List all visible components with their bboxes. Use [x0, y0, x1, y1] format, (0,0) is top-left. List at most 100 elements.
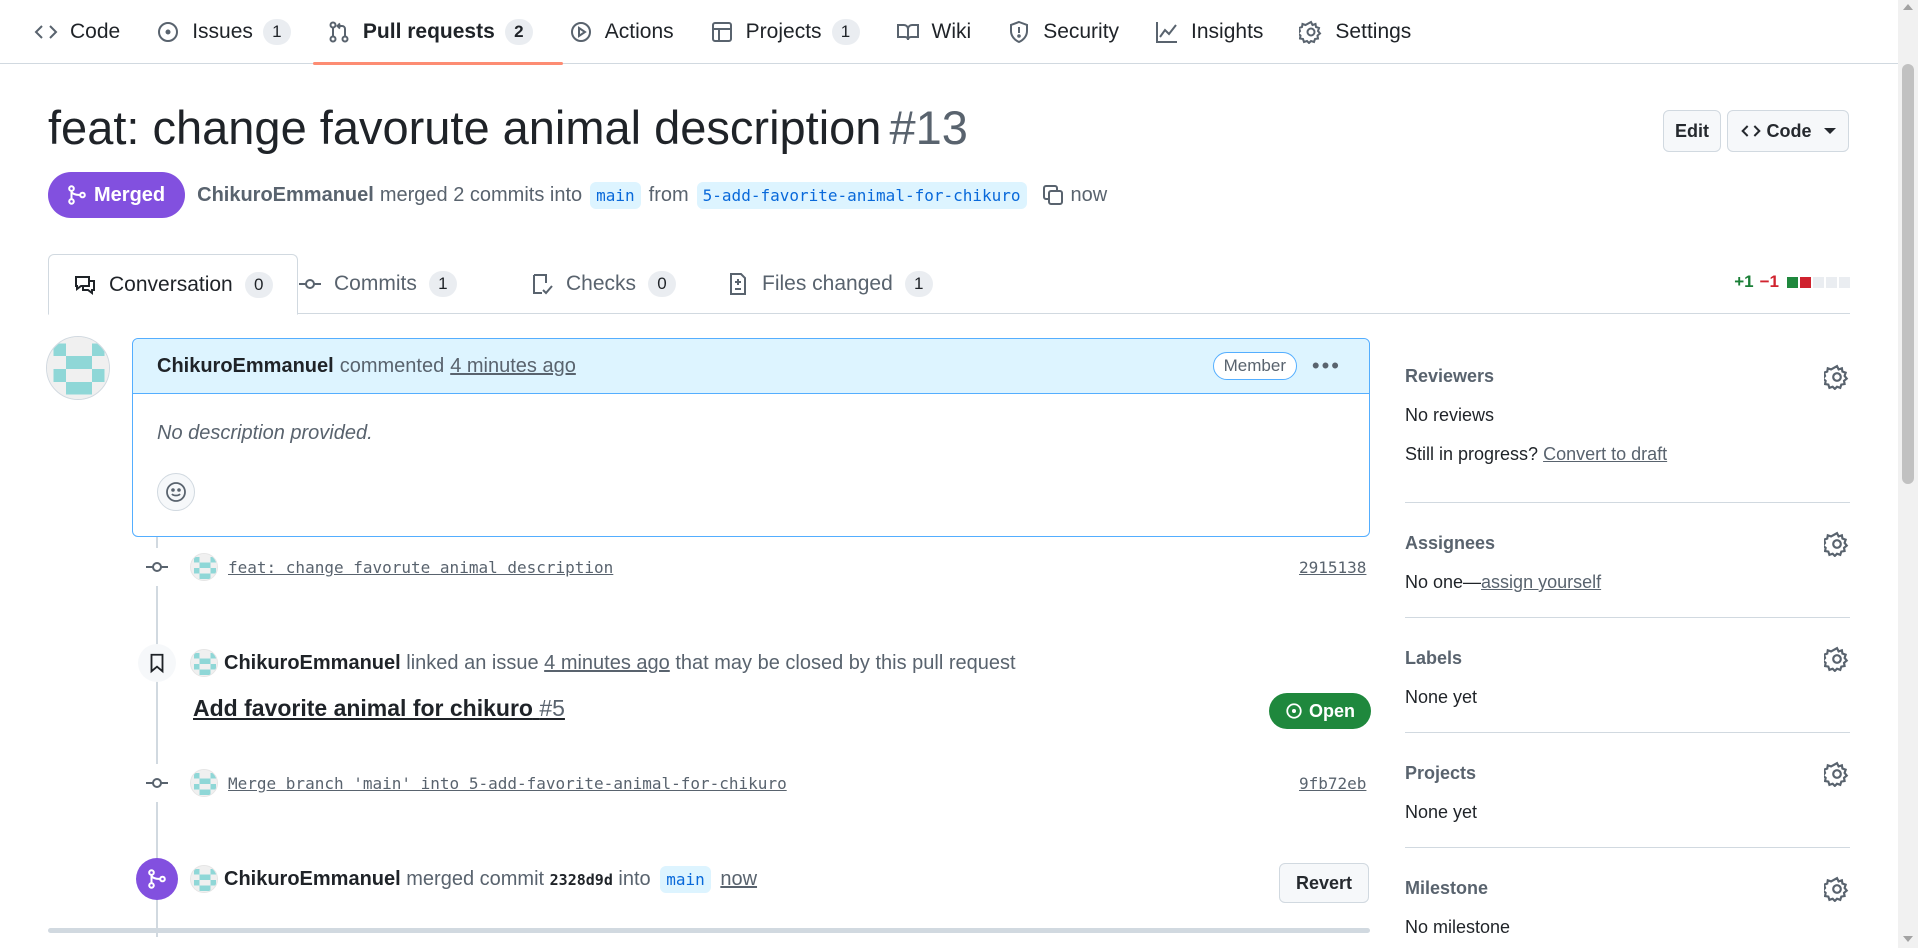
- smiley-icon: [166, 482, 186, 502]
- linked-issue-title-link[interactable]: Add favorite animal for chikuro #5: [193, 695, 565, 722]
- gear-icon[interactable]: [1824, 531, 1850, 557]
- commit-author-avatar[interactable]: [190, 553, 218, 581]
- linked-action: linked an issue: [406, 651, 539, 674]
- issue-opened-icon: [1286, 703, 1302, 719]
- identicon-image: [191, 866, 217, 892]
- head-branch[interactable]: 5-add-favorite-animal-for-chikuro: [696, 181, 1027, 209]
- author-avatar[interactable]: [46, 336, 110, 400]
- merge-commit-sha-link[interactable]: 2328d9d: [550, 871, 613, 889]
- reviewers-value: No reviews: [1405, 405, 1495, 425]
- nav-code-label: Code: [70, 19, 121, 43]
- nav-projects-count: 1: [831, 18, 860, 45]
- merged-timestamp-link[interactable]: now: [720, 868, 757, 890]
- nav-security[interactable]: Security: [1007, 0, 1135, 64]
- diffstat-block-added: [1787, 276, 1798, 288]
- nav-projects[interactable]: Projects 1: [710, 0, 876, 64]
- commit-sha-link[interactable]: 9fb72eb: [1299, 774, 1366, 793]
- tab-conversation-label: Conversation: [109, 272, 233, 296]
- tab-commits-label: Commits: [334, 272, 417, 295]
- scroll-up-arrow-icon[interactable]: [1903, 4, 1913, 10]
- copy-branch-button[interactable]: [1035, 183, 1071, 207]
- tab-conversation[interactable]: Conversation 0: [48, 254, 298, 315]
- gear-icon[interactable]: [1824, 364, 1850, 390]
- nav-insights[interactable]: Insights: [1155, 0, 1279, 64]
- tab-files-changed[interactable]: Files changed 1: [702, 254, 957, 314]
- timeline-linked-issue: ChikuroEmmanuel linked an issue 4 minute…: [138, 644, 1016, 682]
- sidebar-reviewers: Reviewers No reviews Still in progress? …: [1405, 344, 1850, 503]
- pr-meta: Merged ChikuroEmmanuel merged 2 commits …: [48, 172, 1107, 218]
- projects-title[interactable]: Projects: [1405, 763, 1476, 784]
- nav-issues[interactable]: Issues 1: [156, 0, 307, 64]
- comment-author-link[interactable]: ChikuroEmmanuel: [157, 355, 334, 378]
- linked-timestamp-link[interactable]: 4 minutes ago: [544, 652, 670, 674]
- linker-author-link[interactable]: ChikuroEmmanuel: [224, 652, 401, 674]
- identicon-image: [191, 554, 217, 580]
- git-commit-icon: [299, 279, 321, 289]
- reviewers-progress: Still in progress? Convert to draft: [1405, 444, 1667, 465]
- assignees-title[interactable]: Assignees: [1405, 533, 1495, 554]
- commit-message-link[interactable]: Merge branch 'main' into 5-add-favorite-…: [228, 774, 787, 793]
- base-branch[interactable]: main: [590, 181, 641, 209]
- nav-code[interactable]: Code: [34, 0, 136, 64]
- code-icon: [34, 24, 58, 39]
- commit-sha-link[interactable]: 2915138: [1299, 558, 1366, 577]
- nav-wiki[interactable]: Wiki: [896, 0, 988, 64]
- sidebar-milestone: Milestone No milestone: [1405, 848, 1850, 948]
- comment-timestamp-link[interactable]: 4 minutes ago: [450, 355, 576, 378]
- linker-avatar[interactable]: [190, 649, 218, 677]
- merged-base-branch[interactable]: main: [660, 865, 711, 893]
- tab-files-changed-label: Files changed: [762, 272, 893, 295]
- shield-icon: [1010, 20, 1029, 43]
- labels-value: None yet: [1405, 687, 1478, 707]
- issue-opened-icon: [158, 21, 179, 42]
- merged-state-badge: Merged: [48, 172, 186, 218]
- revert-button[interactable]: Revert: [1279, 863, 1369, 903]
- issue-open-badge: Open: [1269, 693, 1371, 729]
- reviewers-title[interactable]: Reviewers: [1405, 366, 1494, 387]
- pr-author-link[interactable]: ChikuroEmmanuel: [197, 184, 374, 207]
- tab-commits-count: 1: [428, 271, 457, 297]
- gear-icon[interactable]: [1824, 646, 1850, 672]
- tab-commits[interactable]: Commits 1: [274, 254, 481, 314]
- triangle-down-icon: [1823, 128, 1836, 134]
- merger-author-link[interactable]: ChikuroEmmanuel: [224, 868, 401, 890]
- still-in-progress-label: Still in progress?: [1405, 444, 1539, 464]
- nav-issues-count: 1: [262, 18, 291, 45]
- tab-checks[interactable]: Checks 0: [506, 254, 700, 314]
- assign-yourself-link[interactable]: assign yourself: [1481, 572, 1601, 592]
- from-label: from: [648, 183, 689, 206]
- nav-actions[interactable]: Actions: [569, 0, 690, 64]
- timeline-commit: feat: change favorute animal description: [138, 548, 613, 586]
- scroll-down-arrow-icon[interactable]: [1903, 936, 1913, 942]
- projects-value: None yet: [1405, 802, 1478, 822]
- merger-avatar[interactable]: [190, 865, 218, 893]
- identicon-image: [47, 337, 109, 399]
- identicon-image: [191, 650, 217, 676]
- commit-message-link[interactable]: feat: change favorute animal description: [228, 558, 613, 577]
- diffstat-block-neutral: [1839, 276, 1850, 288]
- gear-icon[interactable]: [1824, 761, 1850, 787]
- add-reaction-button[interactable]: [157, 473, 195, 511]
- edit-button[interactable]: Edit: [1663, 110, 1721, 152]
- commit-author-avatar[interactable]: [190, 769, 218, 797]
- pr-sidebar: Reviewers No reviews Still in progress? …: [1405, 344, 1850, 948]
- code-dropdown-button[interactable]: Code: [1727, 110, 1849, 152]
- git-pull-request-icon: [329, 21, 349, 42]
- kebab-horizontal-icon[interactable]: •••: [1312, 353, 1341, 379]
- labels-title[interactable]: Labels: [1405, 648, 1462, 669]
- copy-icon: [1042, 185, 1063, 205]
- page-scrollbar[interactable]: [1898, 0, 1918, 948]
- scrollbar-thumb[interactable]: [1902, 64, 1914, 484]
- milestone-title[interactable]: Milestone: [1405, 878, 1488, 899]
- gear-icon[interactable]: [1824, 876, 1850, 902]
- nav-settings[interactable]: Settings: [1299, 0, 1427, 64]
- assignees-value: No one—assign yourself: [1405, 572, 1601, 593]
- comment-header: ChikuroEmmanuel commented 4 minutes ago …: [133, 339, 1369, 394]
- nav-pull-requests[interactable]: Pull requests 2: [312, 0, 563, 65]
- convert-to-draft-link[interactable]: Convert to draft: [1543, 444, 1667, 464]
- merged-state-label: Merged: [94, 183, 166, 206]
- nav-issues-label: Issues: [192, 19, 253, 43]
- comment-discussion-icon: [75, 275, 95, 295]
- timeline-merged-event: ChikuroEmmanuel merged commit 2328d9d in…: [136, 858, 757, 900]
- merged-into-label: into: [618, 867, 651, 890]
